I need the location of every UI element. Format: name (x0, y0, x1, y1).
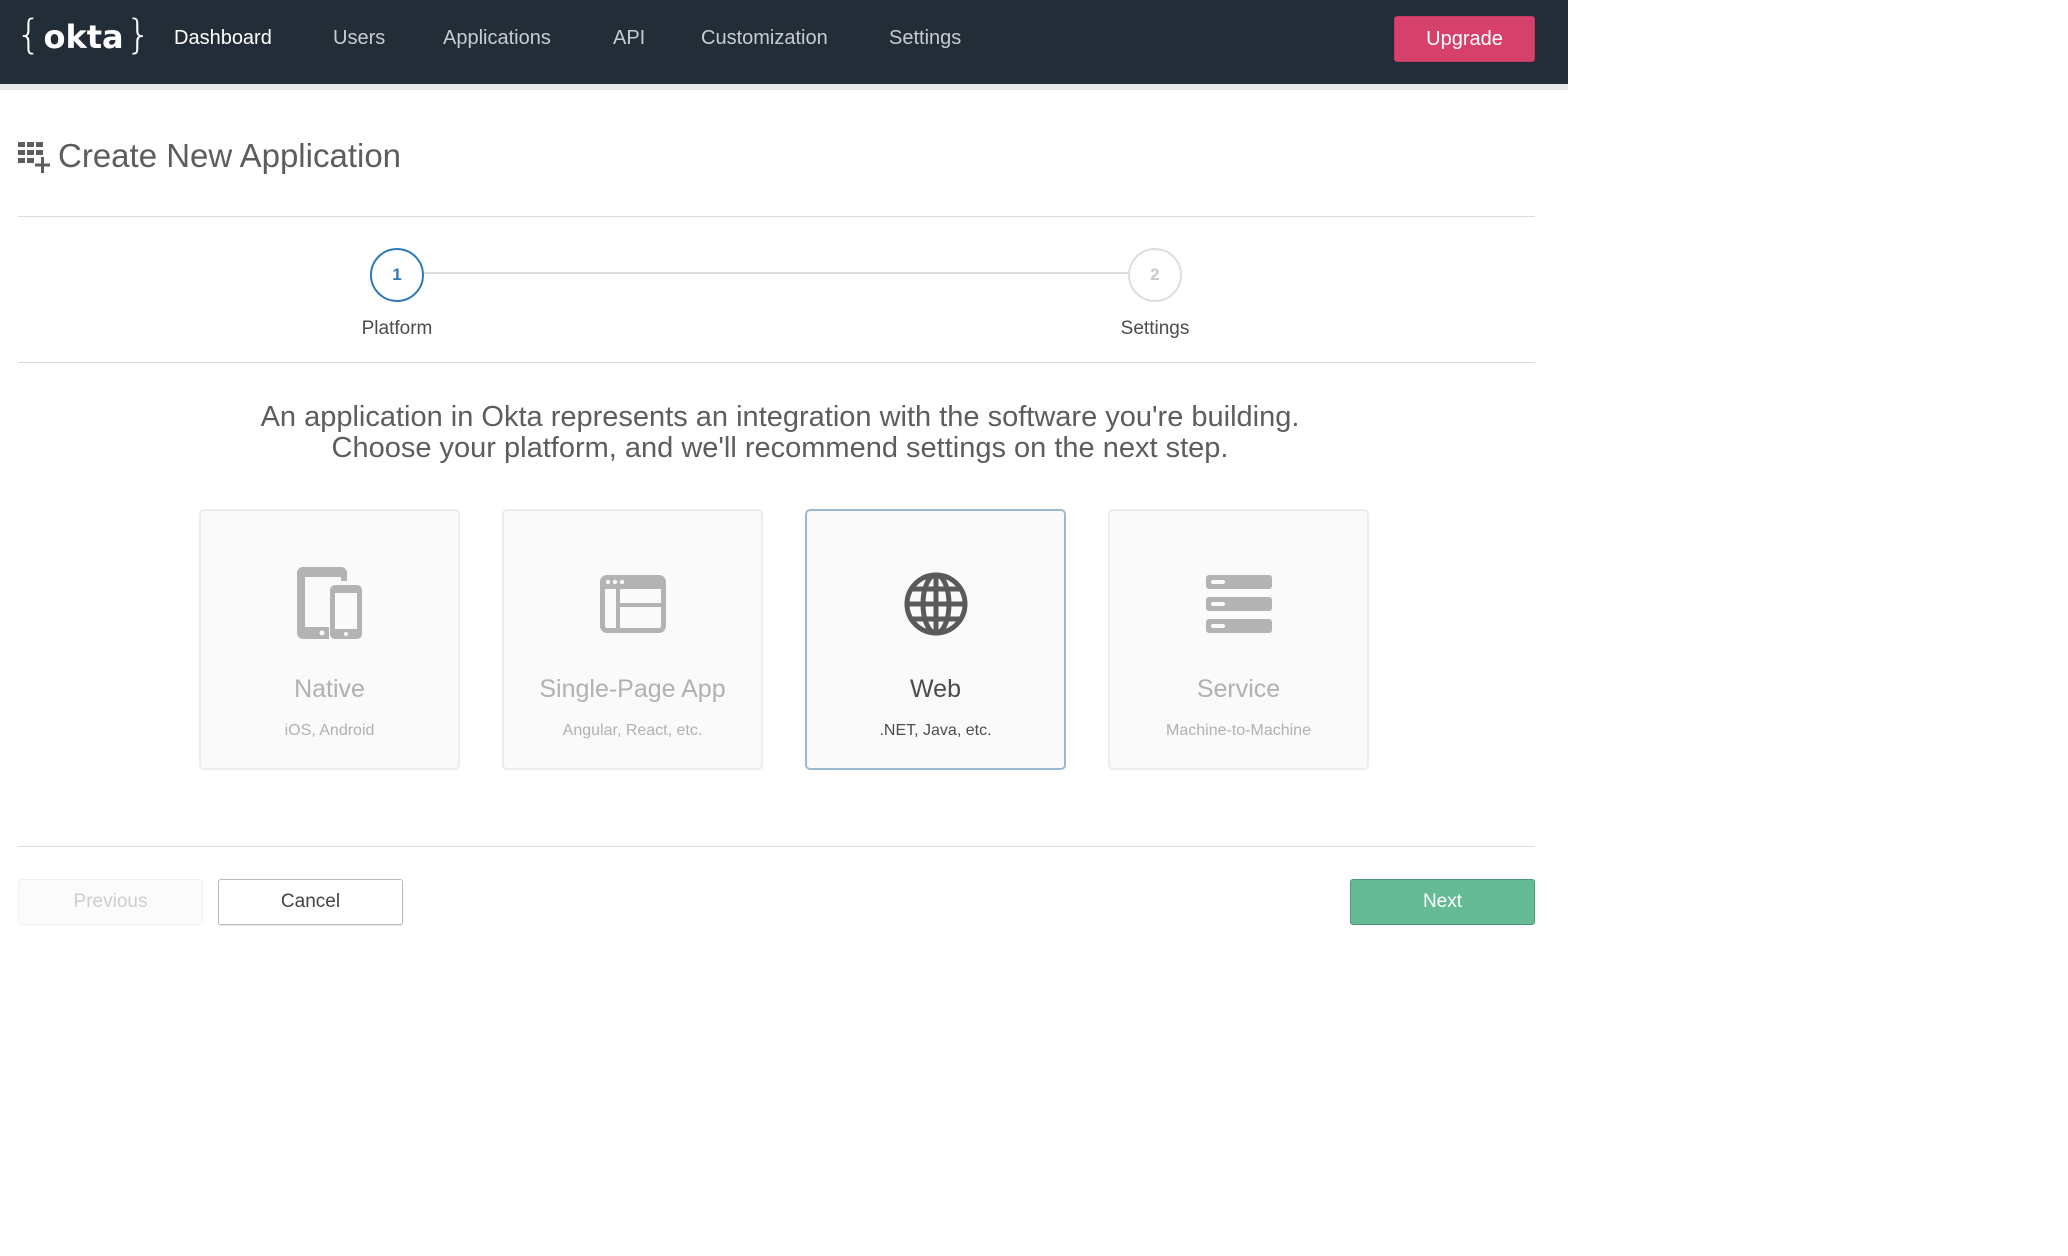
step-2-label: Settings (1120, 318, 1190, 339)
mobile-devices-icon (201, 563, 458, 645)
upgrade-button[interactable]: Upgrade (1394, 16, 1535, 62)
top-navigation-bar: {okta} Dashboard Users Applications API … (0, 0, 1568, 84)
nav-item-settings[interactable]: Settings (889, 24, 961, 52)
page-header: Create New Application (18, 134, 401, 178)
intro-text: An application in Okta represents an int… (18, 402, 1542, 464)
header-divider (18, 216, 1535, 217)
page-title: Create New Application (58, 137, 402, 174)
nav-item-applications[interactable]: Applications (443, 24, 551, 52)
browser-window-icon (504, 563, 761, 645)
platform-card-web[interactable]: Web .NET, Java, etc. (805, 509, 1066, 770)
stepper-divider (18, 362, 1535, 363)
intro-line-1: An application in Okta represents an int… (260, 401, 1300, 433)
platform-name: Service (1196, 675, 1281, 703)
platform-name: Native (294, 675, 365, 703)
okta-logo[interactable]: {okta} (16, 12, 151, 60)
server-stack-icon (1110, 563, 1367, 645)
platform-card-service[interactable]: Service Machine-to-Machine (1108, 509, 1369, 770)
step-1-label: Platform (361, 318, 433, 339)
platform-subtitle: .NET, Java, etc. (879, 722, 992, 739)
nav-item-customization[interactable]: Customization (701, 24, 828, 52)
add-apps-grid-icon (18, 142, 52, 176)
footer-divider (18, 846, 1535, 847)
platform-subtitle: Machine-to-Machine (1166, 722, 1311, 739)
previous-button[interactable]: Previous (18, 879, 203, 925)
step-2-indicator: 2 (1128, 248, 1182, 302)
platform-card-native[interactable]: Native iOS, Android (199, 509, 460, 770)
globe-icon (807, 563, 1064, 645)
platform-subtitle: Angular, React, etc. (562, 722, 703, 739)
logo-text: okta (43, 18, 124, 56)
platform-name: Single-Page App (539, 675, 726, 703)
platform-card-single-page-app[interactable]: Single-Page App Angular, React, etc. (502, 509, 763, 770)
stepper-track (424, 272, 1130, 274)
cancel-button[interactable]: Cancel (218, 879, 403, 925)
nav-divider (0, 84, 1568, 90)
next-button[interactable]: Next (1350, 879, 1535, 925)
step-1-indicator: 1 (370, 248, 424, 302)
platform-name: Web (910, 675, 961, 703)
nav-item-dashboard[interactable]: Dashboard (174, 24, 272, 52)
nav-item-api[interactable]: API (613, 24, 645, 52)
intro-line-2: Choose your platform, and we'll recommen… (331, 432, 1229, 464)
nav-item-users[interactable]: Users (333, 24, 385, 52)
platform-subtitle: iOS, Android (284, 722, 375, 739)
